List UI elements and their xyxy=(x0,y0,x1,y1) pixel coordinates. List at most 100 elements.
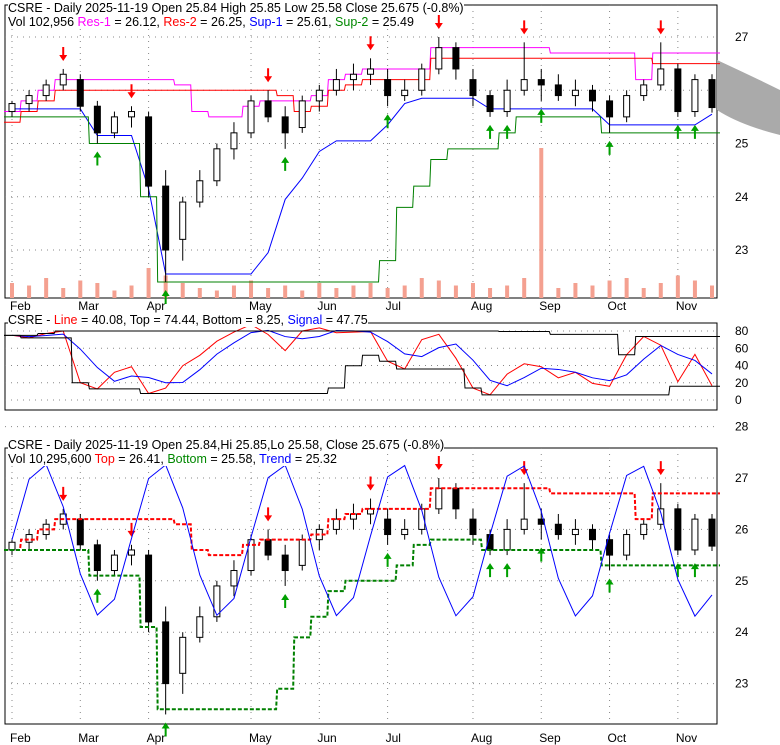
volume-label: Vol 102,956 xyxy=(8,15,75,29)
osc-bottom-line xyxy=(4,334,720,396)
price3-candle xyxy=(469,518,477,536)
top-value: = 26.41, xyxy=(114,452,168,466)
volume-bar xyxy=(78,280,83,298)
price-candle xyxy=(349,73,357,81)
volume-bar xyxy=(539,148,544,298)
month-label: Nov xyxy=(676,299,697,313)
volume-bar xyxy=(522,278,527,298)
volume-bar xyxy=(231,285,236,298)
osc-tick-label: 20 xyxy=(735,376,749,390)
price-tick-label: 27 xyxy=(735,30,749,44)
month-label: Oct xyxy=(608,299,627,313)
price3-candle xyxy=(213,585,221,618)
price-buy-arrow-icon xyxy=(673,124,682,139)
price-buy-arrow-icon xyxy=(486,124,495,139)
price3-tick-label: 28 xyxy=(735,420,749,434)
price-tick-label: 23 xyxy=(735,243,749,257)
price3-candle xyxy=(8,541,16,551)
price3-candle xyxy=(623,534,631,556)
price3-candle xyxy=(196,616,204,638)
price3-candle xyxy=(281,554,289,572)
signal-label: Signal xyxy=(287,313,323,327)
price-candle xyxy=(213,148,221,182)
volume-bar xyxy=(624,278,629,298)
price-candle xyxy=(674,68,682,113)
price3-tick-label: 23 xyxy=(735,677,749,691)
price3-candle xyxy=(162,621,170,685)
volume-bar xyxy=(556,288,561,298)
price-candle xyxy=(401,89,409,97)
volume-bar xyxy=(95,283,100,298)
res2-value: = 26.25, xyxy=(196,15,250,29)
month-label: Nov xyxy=(676,731,697,745)
volume-bar xyxy=(112,290,117,298)
month-label: Mar xyxy=(78,731,99,745)
price-tick-label: 24 xyxy=(735,190,749,204)
price-candle xyxy=(503,89,511,113)
osc-tick-label: 40 xyxy=(735,359,749,373)
price-candle xyxy=(537,79,545,86)
panel1-header: CSRE - Daily 2025-11-19 Open 25.84 High … xyxy=(8,1,464,15)
volume-profile xyxy=(717,60,780,135)
month-label: May xyxy=(249,299,272,313)
price-buy-arrow-icon xyxy=(93,151,102,166)
volume-bar xyxy=(146,268,151,298)
price3-tick-label: 26 xyxy=(735,522,749,536)
price3-candle xyxy=(435,487,443,510)
volume-bar xyxy=(249,280,254,298)
price-candle xyxy=(554,84,562,97)
price-sell-arrow-icon xyxy=(127,84,136,99)
price3-candle xyxy=(588,528,596,541)
price-candle xyxy=(145,116,153,187)
price3-buy-arrow-icon xyxy=(93,588,102,603)
price-sell-arrow-icon xyxy=(59,46,68,61)
price-candle xyxy=(298,100,306,129)
price-sell-arrow-icon xyxy=(520,20,529,35)
price3-sell-arrow-icon xyxy=(366,476,375,491)
volume-bar xyxy=(44,278,49,298)
price-candle xyxy=(588,89,596,102)
price-candle xyxy=(606,100,614,118)
price3-candle xyxy=(110,554,118,572)
volume-bar xyxy=(300,290,305,298)
price-candle xyxy=(42,84,50,97)
panel-frame-2 xyxy=(4,322,718,411)
panel2-legend: CSRE - Line = 40.08, Top = 74.44, Bottom… xyxy=(8,313,368,327)
price-candle xyxy=(247,100,255,134)
volume-bar xyxy=(402,285,407,298)
volume-bar xyxy=(334,288,339,298)
month-label: Sep xyxy=(539,299,561,313)
price3-tick-label: 27 xyxy=(735,471,749,485)
volume-bar xyxy=(692,280,697,298)
price3-candle xyxy=(230,570,238,587)
volume-bar xyxy=(214,290,219,298)
line-label: Line xyxy=(53,313,78,327)
price3-buy-arrow-icon xyxy=(383,552,392,567)
price-buy-arrow-icon xyxy=(503,124,512,139)
price-candle xyxy=(76,79,84,107)
trend-value: = 25.32 xyxy=(291,452,337,466)
price-buy-arrow-icon xyxy=(537,108,546,123)
month-label: Oct xyxy=(608,731,627,745)
price3-buy-arrow-icon xyxy=(605,578,614,593)
volume-bar xyxy=(351,285,356,298)
volume-bar xyxy=(453,285,458,298)
price-candle xyxy=(281,116,289,134)
month-label: Jul xyxy=(386,731,401,745)
price-buy-arrow-icon xyxy=(281,156,290,171)
price-buy-arrow-icon xyxy=(690,124,699,139)
sup2-value: = 25.49 xyxy=(368,15,414,29)
price3-candle xyxy=(332,518,340,530)
signal-value: = 47.75 xyxy=(322,313,368,327)
price-candle xyxy=(315,89,323,102)
price-candle xyxy=(657,68,665,86)
volume-bar xyxy=(180,283,185,298)
price-candle xyxy=(179,201,187,240)
panel3-legend: Vol 10,295,600 Top = 26.41, Bottom = 25.… xyxy=(8,452,337,466)
price-candle xyxy=(418,68,426,91)
res1-label: Res-1 xyxy=(77,15,111,29)
trend-label: Trend xyxy=(259,452,292,466)
volume-bar xyxy=(607,280,612,298)
price-candle xyxy=(332,79,340,91)
price3-candle xyxy=(708,518,716,547)
